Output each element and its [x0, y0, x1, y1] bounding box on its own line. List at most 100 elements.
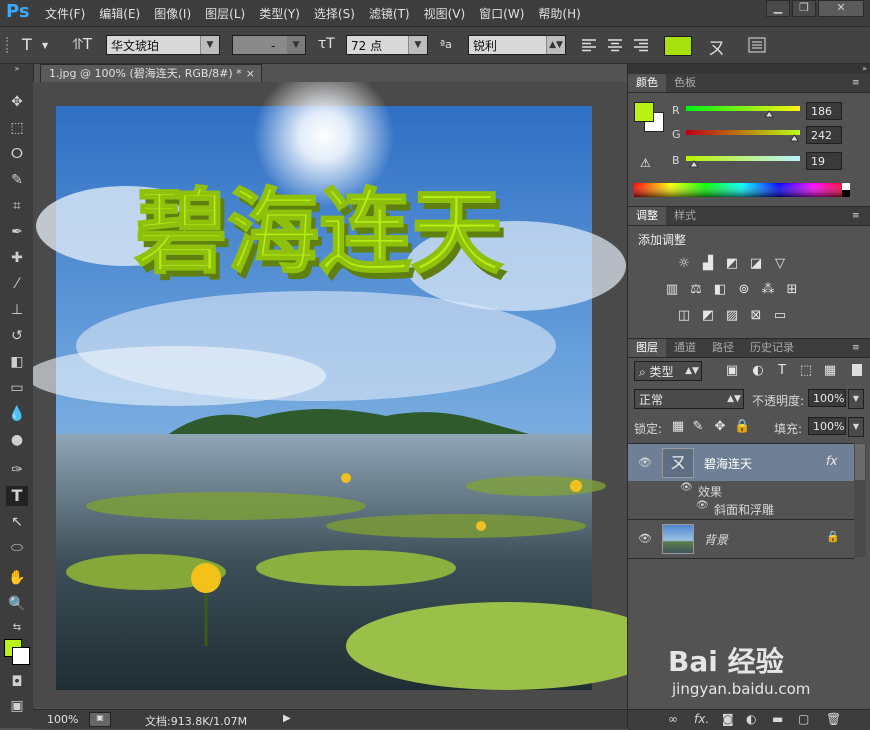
healing-brush-tool-icon[interactable]: ✚	[6, 248, 28, 268]
minimize-button[interactable]: ▁	[766, 0, 790, 17]
add-mask-icon[interactable]: ◙	[722, 712, 734, 726]
b-value-input[interactable]: 19	[806, 152, 842, 170]
text-color-swatch[interactable]	[664, 36, 692, 56]
layers-scrollbar[interactable]	[854, 443, 866, 557]
menu-image[interactable]: 图像(I)	[154, 5, 191, 22]
new-group-icon[interactable]: ▬	[772, 712, 783, 726]
visibility-eye-icon[interactable]: 👁	[638, 456, 652, 469]
fill-input[interactable]: 100%	[808, 417, 846, 435]
history-brush-tool-icon[interactable]: ↺	[6, 326, 28, 346]
lock-position-icon[interactable]: ✥	[712, 420, 728, 434]
g-value-input[interactable]: 242	[806, 126, 842, 144]
hand-tool-icon[interactable]: ✋	[6, 568, 28, 588]
tab-layers[interactable]: 图层	[628, 339, 666, 357]
brush-tool-icon[interactable]: ⁄	[6, 274, 28, 294]
canvas-title-text[interactable]: 碧海连天	[134, 178, 504, 287]
filter-pixel-icon[interactable]: ▣	[724, 364, 740, 378]
layer-name[interactable]: 背景	[704, 531, 728, 548]
panel-menu-icon[interactable]: ≡	[852, 211, 860, 221]
font-size-select[interactable]: 72 点 ▼	[346, 35, 428, 55]
align-left-icon[interactable]	[580, 37, 598, 53]
pen-tool-icon[interactable]: ✑	[6, 460, 28, 480]
align-center-icon[interactable]	[606, 37, 624, 53]
document-canvas[interactable]: 碧海连天 碧海连天	[26, 66, 666, 708]
status-menu-arrow-icon[interactable]: ▶	[283, 713, 291, 724]
menu-type[interactable]: 类型(Y)	[259, 5, 300, 22]
gradient-fill-icon[interactable]: ▽	[772, 257, 788, 271]
lock-pixels-icon[interactable]: ✎	[690, 420, 706, 434]
b-slider-handle[interactable]	[689, 160, 699, 168]
link-layers-icon[interactable]: ∞	[668, 712, 678, 726]
menu-help[interactable]: 帮助(H)	[538, 5, 580, 22]
spectrum-white-swatch[interactable]	[842, 183, 850, 190]
lasso-tool-icon[interactable]: ⵔ	[6, 144, 28, 164]
font-family-select[interactable]: 华文琥珀 ▼	[106, 35, 220, 55]
black-white-icon[interactable]: ◧	[712, 283, 728, 297]
tab-paths[interactable]: 路径	[704, 339, 742, 357]
quick-mask-icon[interactable]: ◘	[6, 672, 28, 692]
eyedropper-tool-icon[interactable]: ✒	[6, 222, 28, 242]
scrollbar-thumb[interactable]	[855, 444, 865, 480]
type-tool-icon[interactable]: T	[22, 35, 32, 54]
new-layer-icon[interactable]: ▢	[798, 712, 809, 726]
channel-mixer-icon[interactable]: ⁂	[760, 283, 776, 297]
effects-row[interactable]: 👁 效果	[628, 481, 854, 499]
b-slider-track[interactable]	[686, 156, 800, 161]
zoom-level[interactable]: 100%	[47, 713, 78, 726]
chevron-down-icon[interactable]: ▼	[848, 389, 864, 409]
curves-icon[interactable]: ◩	[724, 257, 740, 271]
g-slider-track[interactable]	[686, 130, 800, 135]
close-tab-icon[interactable]: ×	[246, 65, 255, 83]
color-balance-icon[interactable]: ⚖	[688, 283, 704, 297]
layer-name[interactable]: 碧海连天	[704, 455, 752, 472]
quick-select-tool-icon[interactable]: ✎	[6, 170, 28, 190]
blur-tool-icon[interactable]: 💧	[6, 404, 28, 424]
stamp-tool-icon[interactable]: ⊥	[6, 300, 28, 320]
toggle-orientation-icon[interactable]: ⥣T	[72, 35, 92, 53]
canvas-area[interactable]: 碧海连天 碧海连天	[26, 66, 666, 708]
layer-row[interactable]: 👁 背景 🔒	[628, 519, 854, 559]
path-select-tool-icon[interactable]: ↖	[6, 512, 28, 532]
gradient-tool-icon[interactable]: ▭	[6, 378, 28, 398]
filter-shape-icon[interactable]: ⬚	[798, 364, 814, 378]
tab-channels[interactable]: 通道	[666, 339, 704, 357]
delete-layer-icon[interactable]: 🗑	[826, 712, 841, 726]
r-slider-handle[interactable]	[764, 110, 775, 118]
document-tab[interactable]: 1.jpg @ 100% (碧海连天, RGB/8#) * ×	[40, 64, 262, 82]
add-style-icon[interactable]: fx.	[694, 712, 709, 726]
close-window-button[interactable]: ✕	[818, 0, 864, 17]
tab-adjustments[interactable]: 调整	[628, 207, 666, 225]
tab-styles[interactable]: 样式	[666, 207, 704, 225]
panel-menu-icon[interactable]: ≡	[852, 78, 860, 88]
r-value-input[interactable]: 186	[806, 102, 842, 120]
menu-view[interactable]: 视图(V)	[424, 5, 466, 22]
layer-filter-select[interactable]: ⌕ 类型 ▲▼	[634, 361, 702, 381]
move-tool-icon[interactable]: ✥	[6, 92, 28, 112]
selective-color-icon[interactable]: ⊠	[748, 309, 764, 323]
visibility-eye-icon[interactable]: 👁	[638, 532, 652, 545]
document-info[interactable]: 文档:913.8K/1.07M	[145, 713, 247, 729]
lock-transparent-icon[interactable]: ▦	[670, 420, 686, 434]
menu-file[interactable]: 文件(F)	[45, 5, 85, 22]
r-slider-track[interactable]	[686, 106, 800, 111]
menu-layer[interactable]: 图层(L)	[205, 5, 245, 22]
vibrance-icon[interactable]: ▥	[664, 283, 680, 297]
zoom-tool-icon[interactable]: 🔍	[6, 594, 28, 614]
font-style-select[interactable]: - ▼	[232, 35, 306, 55]
default-colors-icon[interactable]: ⇆	[6, 618, 28, 638]
filter-toggle[interactable]	[852, 364, 862, 376]
threshold-icon[interactable]: ▨	[724, 309, 740, 323]
filter-type-icon[interactable]: T	[774, 364, 790, 378]
crop-tool-icon[interactable]: ⌗	[6, 196, 28, 216]
ellipse-tool-icon[interactable]: ⬭	[6, 538, 28, 558]
layer-effects-badge[interactable]: fx	[826, 454, 837, 468]
restore-button[interactable]: ❐	[792, 0, 816, 17]
background-color-swatch[interactable]	[12, 647, 30, 665]
align-right-icon[interactable]	[632, 37, 650, 53]
filter-adjustment-icon[interactable]: ◐	[750, 364, 766, 378]
menu-filter[interactable]: 滤镜(T)	[369, 5, 410, 22]
brightness-contrast-icon[interactable]: ☼	[676, 257, 692, 271]
spectrum-black-swatch[interactable]	[842, 190, 850, 197]
menu-select[interactable]: 选择(S)	[314, 5, 355, 22]
filter-smart-object-icon[interactable]: ▦	[822, 364, 838, 378]
